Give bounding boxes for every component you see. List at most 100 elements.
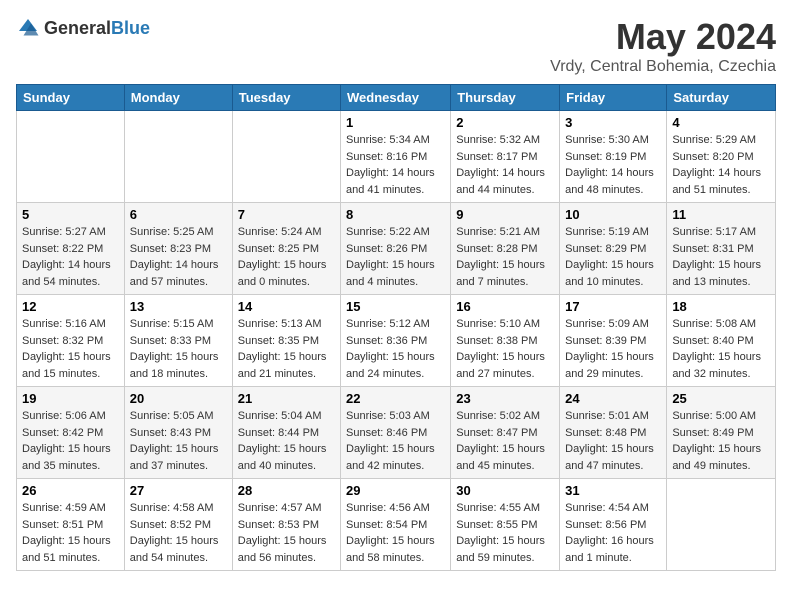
day-number: 8: [346, 207, 445, 222]
calendar-table: SundayMondayTuesdayWednesdayThursdayFrid…: [16, 84, 776, 571]
weekday-header: Monday: [124, 85, 232, 111]
calendar-cell: 12Sunrise: 5:16 AMSunset: 8:32 PMDayligh…: [17, 295, 125, 387]
calendar-cell: 10 Sunrise: 5:19 AMSunset: 8:29 PMDayligh…: [560, 203, 667, 295]
calendar-cell: 31 Sunrise: 4:54 AMSunset: 8:56 PMDayligh…: [560, 479, 667, 571]
day-number: 19: [22, 391, 119, 406]
day-info: Sunrise: 4:54 AMSunset: 8:56 PMDaylight:…: [565, 500, 661, 566]
day-number: 16: [456, 299, 554, 314]
day-number: 20: [130, 391, 227, 406]
calendar-cell: [232, 111, 340, 203]
calendar-cell: 2 Sunrise: 5:32 AMSunset: 8:17 PMDaylight…: [451, 111, 560, 203]
day-info: Sunrise: 5:02 AMSunset: 8:47 PMDaylight:…: [456, 408, 554, 474]
day-number: 7: [238, 207, 335, 222]
calendar-cell: 3Sunrise: 5:30 AMSunset: 8:19 PMDaylight…: [560, 111, 667, 203]
day-number: 25: [672, 391, 770, 406]
calendar-cell: 25Sunrise: 5:00 AMSunset: 8:49 PMDayligh…: [667, 387, 776, 479]
day-number: 15: [346, 299, 445, 314]
day-info: Sunrise: 5:12 AMSunset: 8:36 PMDaylight:…: [346, 316, 445, 382]
calendar-cell: 6 Sunrise: 5:25 AMSunset: 8:23 PMDaylight…: [124, 203, 232, 295]
day-number: 31: [565, 483, 661, 498]
calendar-cell: 18 Sunrise: 5:08 AMSunset: 8:40 PMDayligh…: [667, 295, 776, 387]
day-info: Sunrise: 5:16 AMSunset: 8:32 PMDaylight:…: [22, 316, 119, 382]
weekday-header: Friday: [560, 85, 667, 111]
day-number: 17: [565, 299, 661, 314]
calendar-cell: 7 Sunrise: 5:24 AMSunset: 8:25 PMDaylight…: [232, 203, 340, 295]
calendar-cell: 20 Sunrise: 5:05 AMSunset: 8:43 PMDayligh…: [124, 387, 232, 479]
day-info: Sunrise: 4:58 AMSunset: 8:52 PMDaylight:…: [130, 500, 227, 566]
day-number: 28: [238, 483, 335, 498]
day-info: Sunrise: 4:56 AMSunset: 8:54 PMDaylight:…: [346, 500, 445, 566]
calendar-cell: 19 Sunrise: 5:06 AMSunset: 8:42 PMDayligh…: [17, 387, 125, 479]
calendar-cell: 23 Sunrise: 5:02 AMSunset: 8:47 PMDayligh…: [451, 387, 560, 479]
title-section: May 2024 Vrdy, Central Bohemia, Czechia: [550, 16, 776, 76]
day-info: Sunrise: 5:10 AMSunset: 8:38 PMDaylight:…: [456, 316, 554, 382]
logo-text-general: General: [44, 18, 111, 38]
day-number: 6: [130, 207, 227, 222]
day-info: Sunrise: 5:09 AMSunset: 8:39 PMDaylight:…: [565, 316, 661, 382]
day-info: Sunrise: 4:59 AMSunset: 8:51 PMDaylight:…: [22, 500, 119, 566]
calendar-cell: [124, 111, 232, 203]
calendar-cell: 30Sunrise: 4:55 AMSunset: 8:55 PMDayligh…: [451, 479, 560, 571]
day-info: Sunrise: 5:01 AMSunset: 8:48 PMDaylight:…: [565, 408, 661, 474]
day-info: Sunrise: 5:27 AMSunset: 8:22 PMDaylight:…: [22, 224, 119, 290]
calendar-header-row: SundayMondayTuesdayWednesdayThursdayFrid…: [17, 85, 776, 111]
day-number: 2: [456, 115, 554, 130]
day-number: 1: [346, 115, 445, 130]
day-info: Sunrise: 5:32 AMSunset: 8:17 PMDaylight:…: [456, 132, 554, 198]
weekday-header: Thursday: [451, 85, 560, 111]
weekday-header: Saturday: [667, 85, 776, 111]
day-info: Sunrise: 5:03 AMSunset: 8:46 PMDaylight:…: [346, 408, 445, 474]
day-info: Sunrise: 5:19 AMSunset: 8:29 PMDaylight:…: [565, 224, 661, 290]
day-number: 3: [565, 115, 661, 130]
day-info: Sunrise: 5:24 AMSunset: 8:25 PMDaylight:…: [238, 224, 335, 290]
calendar-week-row: 1 Sunrise: 5:34 AMSunset: 8:16 PMDaylight…: [17, 111, 776, 203]
day-number: 5: [22, 207, 119, 222]
day-info: Sunrise: 5:08 AMSunset: 8:40 PMDaylight:…: [672, 316, 770, 382]
logo-text-blue: Blue: [111, 18, 150, 38]
day-info: Sunrise: 5:06 AMSunset: 8:42 PMDaylight:…: [22, 408, 119, 474]
day-number: 10: [565, 207, 661, 222]
day-number: 21: [238, 391, 335, 406]
calendar-cell: 16 Sunrise: 5:10 AMSunset: 8:38 PMDayligh…: [451, 295, 560, 387]
calendar-cell: 5 Sunrise: 5:27 AMSunset: 8:22 PMDaylight…: [17, 203, 125, 295]
calendar-cell: 9Sunrise: 5:21 AMSunset: 8:28 PMDaylight…: [451, 203, 560, 295]
calendar-cell: 17 Sunrise: 5:09 AMSunset: 8:39 PMDayligh…: [560, 295, 667, 387]
day-info: Sunrise: 5:22 AMSunset: 8:26 PMDaylight:…: [346, 224, 445, 290]
location-title: Vrdy, Central Bohemia, Czechia: [550, 58, 776, 76]
day-info: Sunrise: 5:05 AMSunset: 8:43 PMDaylight:…: [130, 408, 227, 474]
day-number: 14: [238, 299, 335, 314]
calendar-cell: 14 Sunrise: 5:13 AMSunset: 8:35 PMDayligh…: [232, 295, 340, 387]
day-number: 18: [672, 299, 770, 314]
day-info: Sunrise: 5:04 AMSunset: 8:44 PMDaylight:…: [238, 408, 335, 474]
day-number: 9: [456, 207, 554, 222]
calendar-cell: [667, 479, 776, 571]
day-number: 27: [130, 483, 227, 498]
page-header: GeneralBlue May 2024 Vrdy, Central Bohem…: [16, 16, 776, 76]
logo: GeneralBlue: [16, 16, 150, 40]
logo-icon: [16, 16, 40, 40]
calendar-cell: 27 Sunrise: 4:58 AMSunset: 8:52 PMDayligh…: [124, 479, 232, 571]
day-info: Sunrise: 5:25 AMSunset: 8:23 PMDaylight:…: [130, 224, 227, 290]
day-number: 26: [22, 483, 119, 498]
day-info: Sunrise: 4:57 AMSunset: 8:53 PMDaylight:…: [238, 500, 335, 566]
calendar-cell: 29Sunrise: 4:56 AMSunset: 8:54 PMDayligh…: [341, 479, 451, 571]
calendar-week-row: 5 Sunrise: 5:27 AMSunset: 8:22 PMDaylight…: [17, 203, 776, 295]
calendar-week-row: 12Sunrise: 5:16 AMSunset: 8:32 PMDayligh…: [17, 295, 776, 387]
day-number: 11: [672, 207, 770, 222]
day-info: Sunrise: 5:34 AMSunset: 8:16 PMDaylight:…: [346, 132, 445, 198]
day-info: Sunrise: 5:13 AMSunset: 8:35 PMDaylight:…: [238, 316, 335, 382]
day-info: Sunrise: 5:15 AMSunset: 8:33 PMDaylight:…: [130, 316, 227, 382]
weekday-header: Sunday: [17, 85, 125, 111]
day-info: Sunrise: 4:55 AMSunset: 8:55 PMDaylight:…: [456, 500, 554, 566]
day-number: 23: [456, 391, 554, 406]
calendar-cell: 24Sunrise: 5:01 AMSunset: 8:48 PMDayligh…: [560, 387, 667, 479]
weekday-header: Tuesday: [232, 85, 340, 111]
calendar-cell: 28 Sunrise: 4:57 AMSunset: 8:53 PMDayligh…: [232, 479, 340, 571]
day-number: 13: [130, 299, 227, 314]
weekday-header: Wednesday: [341, 85, 451, 111]
calendar-cell: 21 Sunrise: 5:04 AMSunset: 8:44 PMDayligh…: [232, 387, 340, 479]
calendar-cell: 22Sunrise: 5:03 AMSunset: 8:46 PMDayligh…: [341, 387, 451, 479]
calendar-cell: 13 Sunrise: 5:15 AMSunset: 8:33 PMDayligh…: [124, 295, 232, 387]
day-info: Sunrise: 5:17 AMSunset: 8:31 PMDaylight:…: [672, 224, 770, 290]
calendar-cell: 8 Sunrise: 5:22 AMSunset: 8:26 PMDaylight…: [341, 203, 451, 295]
